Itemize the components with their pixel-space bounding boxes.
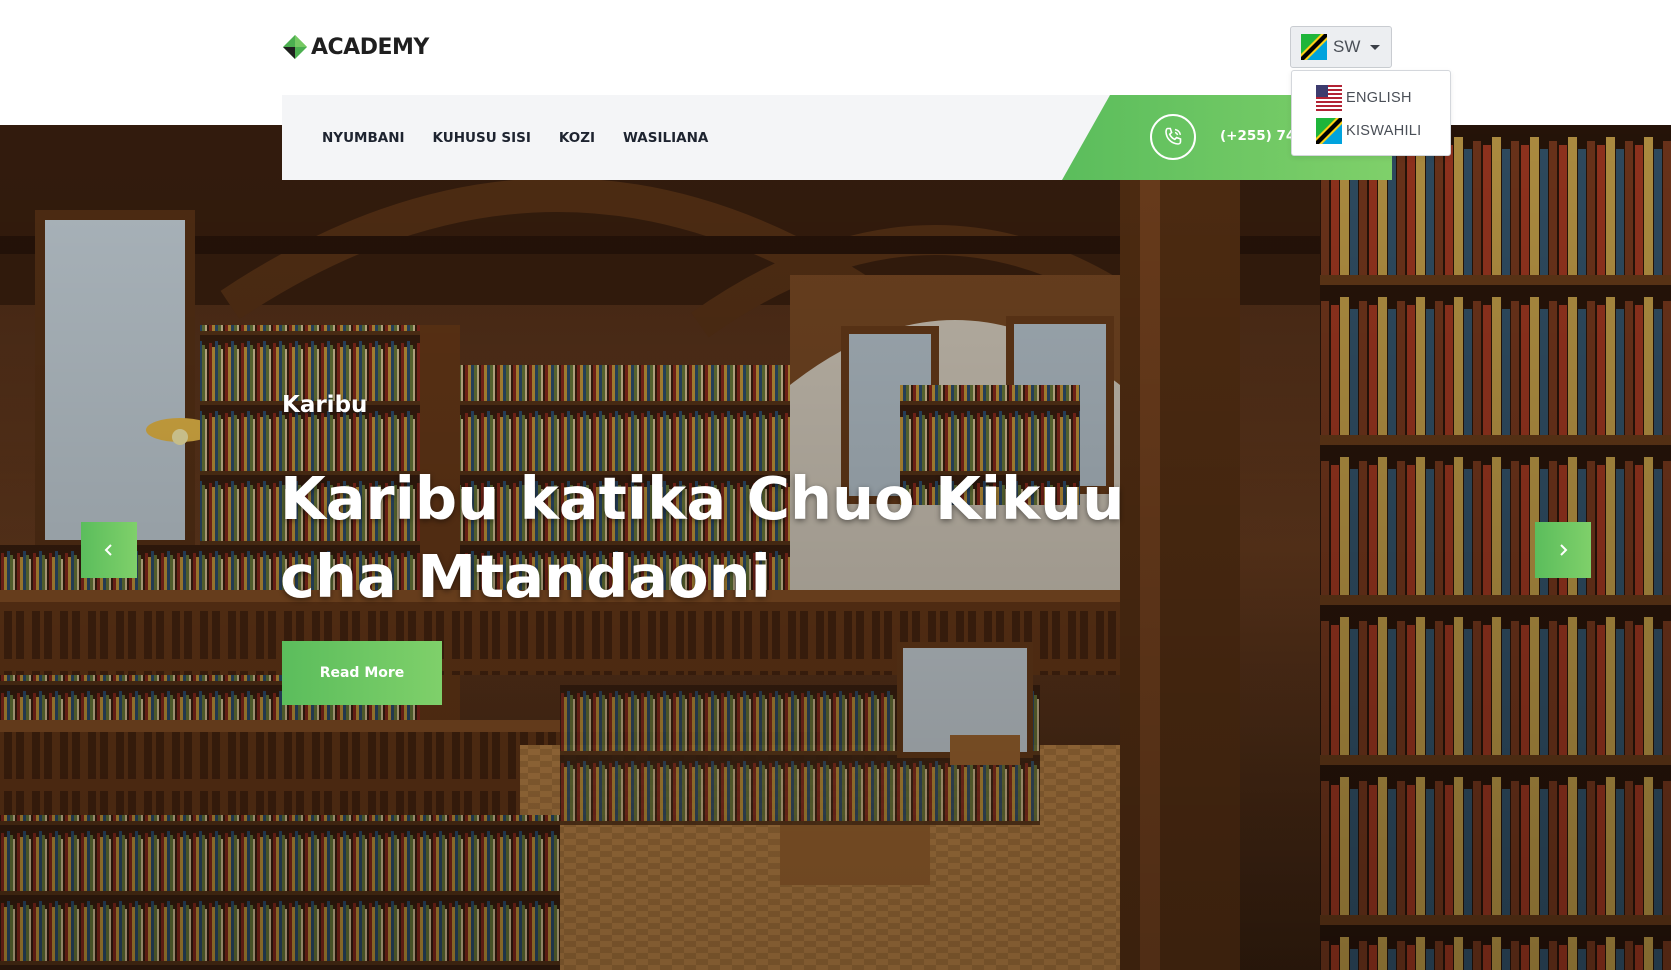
nav-item-wasiliana[interactable]: WASILIANA bbox=[623, 130, 708, 146]
diamond-logo-icon bbox=[283, 35, 307, 59]
phone-glyph-icon bbox=[1165, 127, 1182, 145]
chevron-right-icon bbox=[1560, 544, 1568, 556]
slide-subtitle: Karibu bbox=[282, 392, 368, 418]
language-option-label: KISWAHILI bbox=[1346, 122, 1422, 139]
language-option-label: ENGLISH bbox=[1346, 89, 1412, 106]
language-dropdown-menu: ENGLISH KISWAHILI bbox=[1291, 70, 1451, 156]
slider-next-button[interactable] bbox=[1535, 522, 1591, 578]
brand-name: ACADEMY bbox=[311, 34, 429, 60]
language-option-kiswahili[interactable]: KISWAHILI bbox=[1292, 114, 1450, 147]
nav-item-kuhusu-sisi[interactable]: KUHUSU SISI bbox=[433, 130, 531, 146]
read-more-button[interactable]: Read More bbox=[282, 641, 442, 705]
us-flag-icon bbox=[1316, 84, 1342, 111]
tanzania-flag-icon bbox=[1316, 117, 1342, 144]
chevron-left-icon bbox=[104, 544, 112, 556]
tanzania-flag-icon bbox=[1301, 34, 1327, 60]
slide-title: Karibu katika Chuo Kikuu cha Mtandaoni bbox=[280, 464, 1125, 611]
language-dropdown-toggle[interactable]: SW bbox=[1290, 26, 1392, 68]
language-option-english[interactable]: ENGLISH bbox=[1292, 81, 1450, 114]
site-logo[interactable]: ACADEMY bbox=[282, 34, 429, 60]
nav-item-kozi[interactable]: KOZI bbox=[559, 130, 595, 146]
caret-down-icon bbox=[1370, 44, 1381, 50]
phone-icon[interactable] bbox=[1150, 114, 1196, 160]
current-language: SW bbox=[1333, 37, 1361, 56]
main-navigation: NYUMBANI KUHUSU SISI KOZI WASILIANA (+25… bbox=[282, 95, 1392, 180]
nav-item-nyumbani[interactable]: NYUMBANI bbox=[322, 130, 405, 146]
slider-prev-button[interactable] bbox=[81, 522, 137, 578]
nav-menu: NYUMBANI KUHUSU SISI KOZI WASILIANA bbox=[322, 95, 708, 180]
